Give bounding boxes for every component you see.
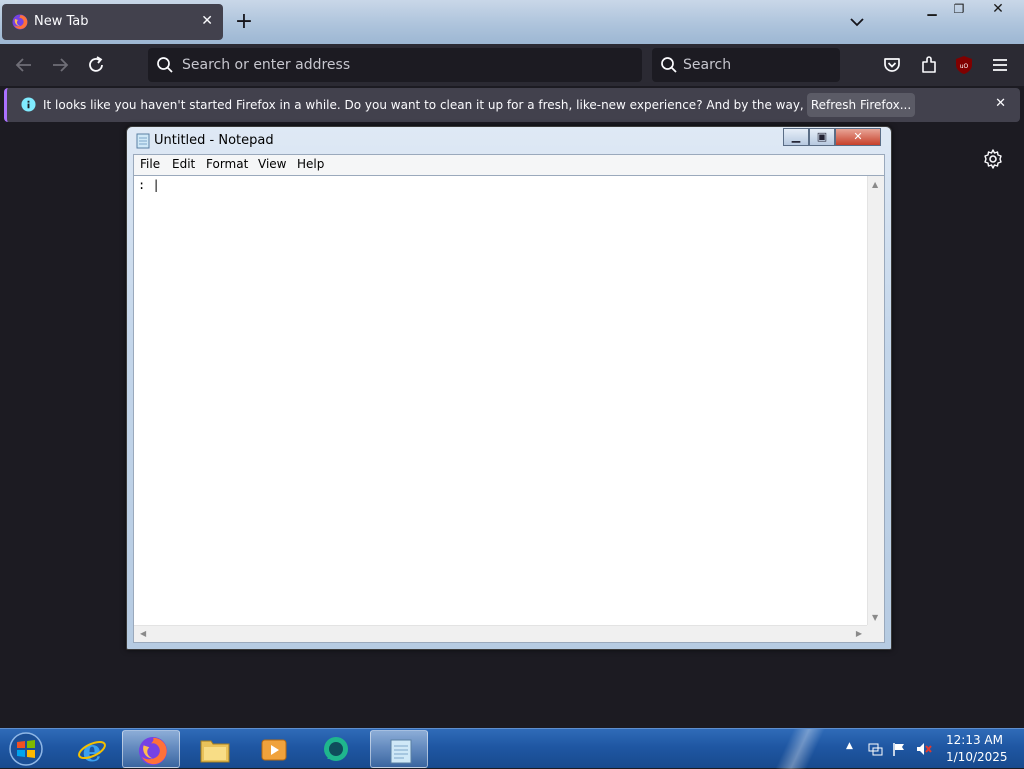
notepad-minimize-button[interactable]: ▁ [783, 128, 809, 146]
taskbar-media-player[interactable] [244, 730, 302, 768]
extensions-icon[interactable] [918, 54, 940, 76]
svg-text:uO: uO [960, 63, 969, 70]
notepad-window-controls: ▁ ▣ ✕ [783, 128, 885, 146]
notepad-menu-bar: File Edit Format View Help [133, 154, 885, 175]
chevron-down-icon[interactable] [846, 12, 868, 32]
notepad-maximize-button[interactable]: ▣ [809, 128, 835, 146]
clock-time[interactable]: 12:13 AM [946, 733, 1003, 747]
search-icon [661, 57, 677, 73]
close-window-button[interactable]: ✕ [978, 0, 1018, 20]
new-tab-button[interactable]: + [232, 9, 256, 35]
search-bar[interactable]: Search [652, 48, 840, 82]
action-center-flag-icon[interactable] [891, 741, 907, 757]
hamburger-menu-icon[interactable] [989, 54, 1011, 76]
info-icon [21, 97, 36, 112]
close-notification-icon[interactable]: ✕ [995, 96, 1006, 111]
taskbar-chat-app[interactable] [306, 730, 364, 768]
scroll-right-icon[interactable]: ▶ [856, 629, 862, 638]
taskbar-notepad[interactable] [370, 730, 428, 768]
refresh-firefox-button[interactable]: Refresh Firefox... [807, 93, 915, 117]
window-controls: ▁ ❐ ✕ [918, 0, 1024, 20]
browser-titlebar: New Tab ✕ + ▁ ❐ ✕ [0, 0, 1024, 44]
search-placeholder: Search [683, 57, 732, 73]
notepad-close-button[interactable]: ✕ [835, 128, 881, 146]
reload-icon[interactable] [84, 53, 108, 77]
svg-text:e: e [82, 735, 101, 765]
restore-button[interactable]: ❐ [946, 0, 972, 20]
notification-bar: It looks like you haven't started Firefo… [4, 88, 1020, 122]
resize-grip[interactable] [867, 625, 884, 642]
menu-format[interactable]: Format [206, 157, 248, 171]
menu-help[interactable]: Help [297, 157, 324, 171]
gear-icon[interactable] [982, 148, 1004, 170]
back-arrow-icon[interactable] [12, 53, 36, 77]
menu-edit[interactable]: Edit [172, 157, 195, 171]
notepad-content: : | [138, 178, 160, 192]
clock-date[interactable]: 1/10/2025 [946, 750, 1008, 764]
notification-message: It looks like you haven't started Firefo… [43, 98, 899, 112]
system-tray: ▲ 12:13 AM 1/10/2025 [840, 729, 1024, 769]
network-icon[interactable] [867, 741, 883, 757]
notepad-icon [390, 739, 412, 764]
taskbar: e ▲ 12:13 AM 1/10/2025 [0, 728, 1024, 769]
scroll-left-icon[interactable]: ◀ [140, 629, 146, 638]
tab-title: New Tab [34, 14, 89, 29]
firefox-icon [12, 14, 28, 30]
start-button[interactable] [6, 731, 46, 767]
close-tab-icon[interactable]: ✕ [201, 13, 213, 29]
scroll-down-icon[interactable]: ▼ [872, 613, 878, 622]
firefox-icon [138, 736, 168, 766]
scroll-up-icon[interactable]: ▲ [872, 180, 878, 189]
tab-new-tab[interactable]: New Tab ✕ [2, 4, 223, 40]
address-placeholder: Search or enter address [182, 57, 351, 73]
vertical-scrollbar[interactable]: ▲ ▼ [867, 176, 884, 626]
folder-icon [200, 740, 230, 763]
ublock-origin-icon[interactable]: uO [953, 54, 975, 76]
taskbar-internet-explorer[interactable]: e [62, 730, 120, 768]
volume-muted-icon[interactable] [915, 741, 933, 757]
notepad-window[interactable]: Untitled - Notepad ▁ ▣ ✕ File Edit Forma… [126, 126, 892, 650]
notepad-icon [136, 133, 150, 149]
address-bar[interactable]: Search or enter address [148, 48, 642, 82]
internet-explorer-icon: e [78, 735, 106, 765]
horizontal-scrollbar[interactable]: ◀ ▶ [134, 625, 868, 642]
taskbar-firefox[interactable] [122, 730, 180, 768]
notepad-text-area[interactable]: : | ▲ ▼ ◀ ▶ [133, 175, 885, 643]
forward-arrow-icon[interactable] [48, 53, 72, 77]
show-hidden-icons-arrow[interactable]: ▲ [846, 741, 853, 751]
taskbar-file-explorer[interactable] [184, 730, 242, 768]
search-icon [157, 57, 173, 73]
pocket-icon[interactable] [881, 54, 903, 76]
notepad-title: Untitled - Notepad [154, 133, 274, 148]
taskbar-glare [770, 729, 830, 769]
navigation-toolbar: Search or enter address Search uO [0, 44, 1024, 86]
menu-view[interactable]: View [258, 157, 286, 171]
media-player-icon [261, 739, 287, 761]
chat-app-icon [324, 737, 348, 761]
minimize-button[interactable]: ▁ [918, 0, 946, 20]
menu-file[interactable]: File [140, 157, 160, 171]
